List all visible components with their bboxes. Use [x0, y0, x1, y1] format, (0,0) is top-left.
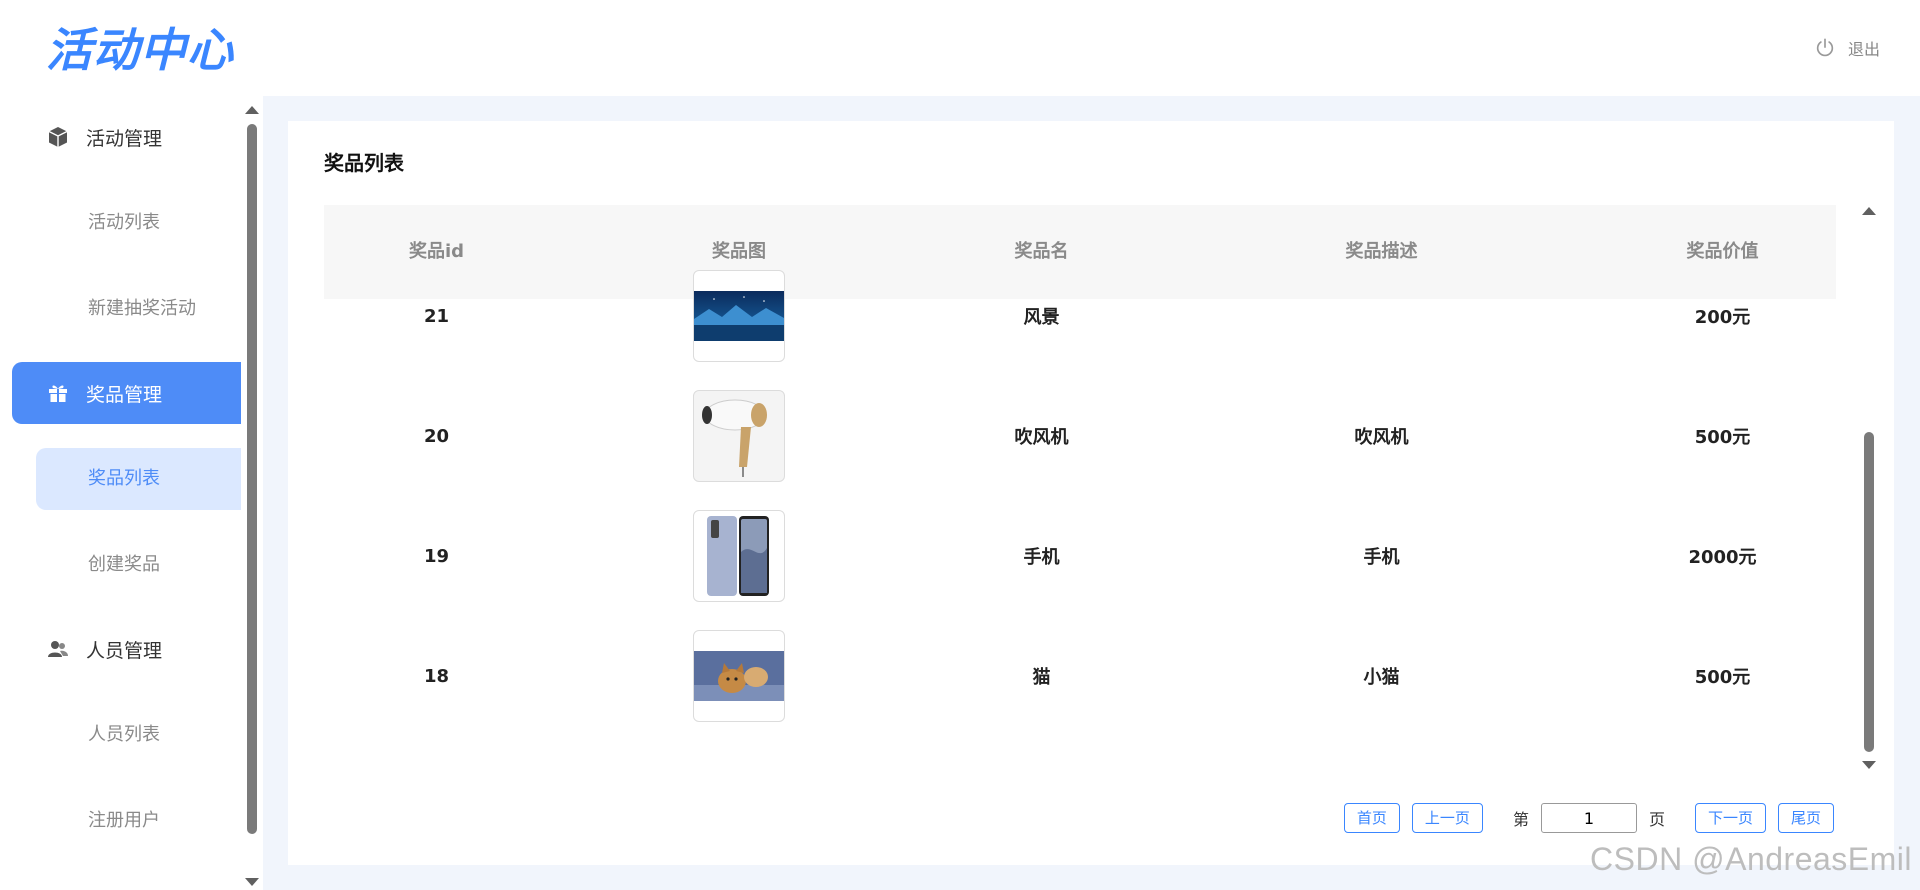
page-suffix: 页 [1648, 810, 1665, 829]
phone-image [693, 510, 785, 602]
cell-image [549, 376, 929, 496]
scroll-down-arrow[interactable] [245, 878, 259, 886]
sidebar: 活动管理 活动列表 新建抽奖活动 奖品管理 奖品列表 创建奖品 人员管理 人员列… [0, 96, 263, 890]
scrollbar-thumb[interactable] [247, 124, 257, 834]
cell-id: 19 [423, 545, 450, 567]
menu-group-people[interactable]: 人员管理 [12, 618, 241, 680]
next-page-button[interactable]: 下一页 [1694, 803, 1766, 833]
table-row: 18 猫 小猫 500元 [324, 616, 1836, 736]
last-page-button[interactable]: 尾页 [1777, 803, 1834, 833]
pagination: 首页 上一页 第 页 下一页 尾页 [1343, 803, 1834, 833]
landscape-image [693, 270, 785, 362]
hairdryer-image [693, 390, 785, 482]
scroll-up-arrow[interactable] [245, 106, 259, 114]
cell-value: 2000元 [1688, 547, 1757, 568]
gift-icon [49, 385, 67, 402]
sidebar-item-create-prize[interactable]: 创建奖品 [36, 534, 241, 596]
table-scrollbar[interactable] [1862, 205, 1876, 771]
cell-desc: 吹风机 [1354, 427, 1409, 448]
table-row: 20 吹风机 吹风机 500元 [324, 376, 1836, 496]
cell-desc [1154, 256, 1609, 376]
sidebar-menu: 活动管理 活动列表 新建抽奖活动 奖品管理 奖品列表 创建奖品 人员管理 人员列… [12, 106, 241, 852]
menu-group-label: 人员管理 [86, 639, 163, 662]
cell-id: 21 [423, 305, 450, 327]
sidebar-item-people-list[interactable]: 人员列表 [36, 704, 241, 766]
cell-value: 500元 [1694, 427, 1751, 448]
menu-group-activity[interactable]: 活动管理 [12, 106, 241, 168]
scroll-up-arrow[interactable] [1862, 207, 1876, 215]
sidebar-scrollbar[interactable] [245, 104, 259, 888]
first-page-button[interactable]: 首页 [1343, 803, 1400, 833]
cell-id: 18 [423, 665, 450, 687]
cell-name: 吹风机 [1014, 427, 1069, 448]
cell-name: 风景 [1023, 307, 1060, 328]
page-title: 奖品列表 [324, 151, 404, 175]
page-number-input[interactable] [1540, 803, 1637, 833]
table-row: 19 手机 手机 2000元 [324, 496, 1836, 616]
sidebar-item-new-lottery[interactable]: 新建抽奖活动 [36, 278, 241, 340]
main-area: 奖品列表 奖品id 奖品图 奖品名 奖品描述 奖品价值 21 风景 200元 2… [263, 96, 1920, 890]
prize-table: 奖品id 奖品图 奖品名 奖品描述 奖品价值 21 风景 200元 20 吹风机… [324, 205, 1836, 775]
table-row: 21 风景 200元 [324, 256, 1836, 376]
cell-name: 手机 [1023, 547, 1060, 568]
prev-page-button[interactable]: 上一页 [1411, 803, 1483, 833]
cell-desc: 小猫 [1363, 667, 1400, 688]
cat-image [693, 630, 785, 722]
sidebar-item-activity-list[interactable]: 活动列表 [36, 192, 241, 254]
sidebar-item-prize-list[interactable]: 奖品列表 [36, 448, 241, 510]
cell-name: 猫 [1032, 667, 1051, 688]
scrollbar-thumb[interactable] [1864, 432, 1874, 752]
watermark: CSDN @AndreasEmil [1590, 841, 1912, 877]
logout-label: 退出 [1847, 40, 1880, 59]
menu-group-prize[interactable]: 奖品管理 [12, 362, 241, 424]
cell-image [549, 616, 929, 736]
scroll-down-arrow[interactable] [1862, 761, 1876, 769]
page-prefix: 第 [1512, 810, 1529, 829]
cell-image [549, 496, 929, 616]
app-header: 活动中心 退出 [0, 0, 1920, 96]
cell-image [549, 256, 929, 376]
users-icon [48, 641, 68, 657]
menu-group-label: 活动管理 [86, 127, 163, 150]
app-logo: 活动中心 [46, 23, 234, 77]
content-card: 奖品列表 奖品id 奖品图 奖品名 奖品描述 奖品价值 21 风景 200元 2… [288, 121, 1894, 865]
cube-icon [48, 127, 68, 147]
cell-id: 20 [423, 425, 450, 447]
cell-desc: 手机 [1363, 547, 1400, 568]
cell-value: 500元 [1694, 667, 1751, 688]
menu-group-label: 奖品管理 [86, 383, 163, 406]
logout-button[interactable]: 退出 [1814, 36, 1880, 60]
cell-value: 200元 [1694, 307, 1751, 328]
power-icon [1816, 38, 1834, 57]
sidebar-item-register-user[interactable]: 注册用户 [36, 790, 241, 852]
